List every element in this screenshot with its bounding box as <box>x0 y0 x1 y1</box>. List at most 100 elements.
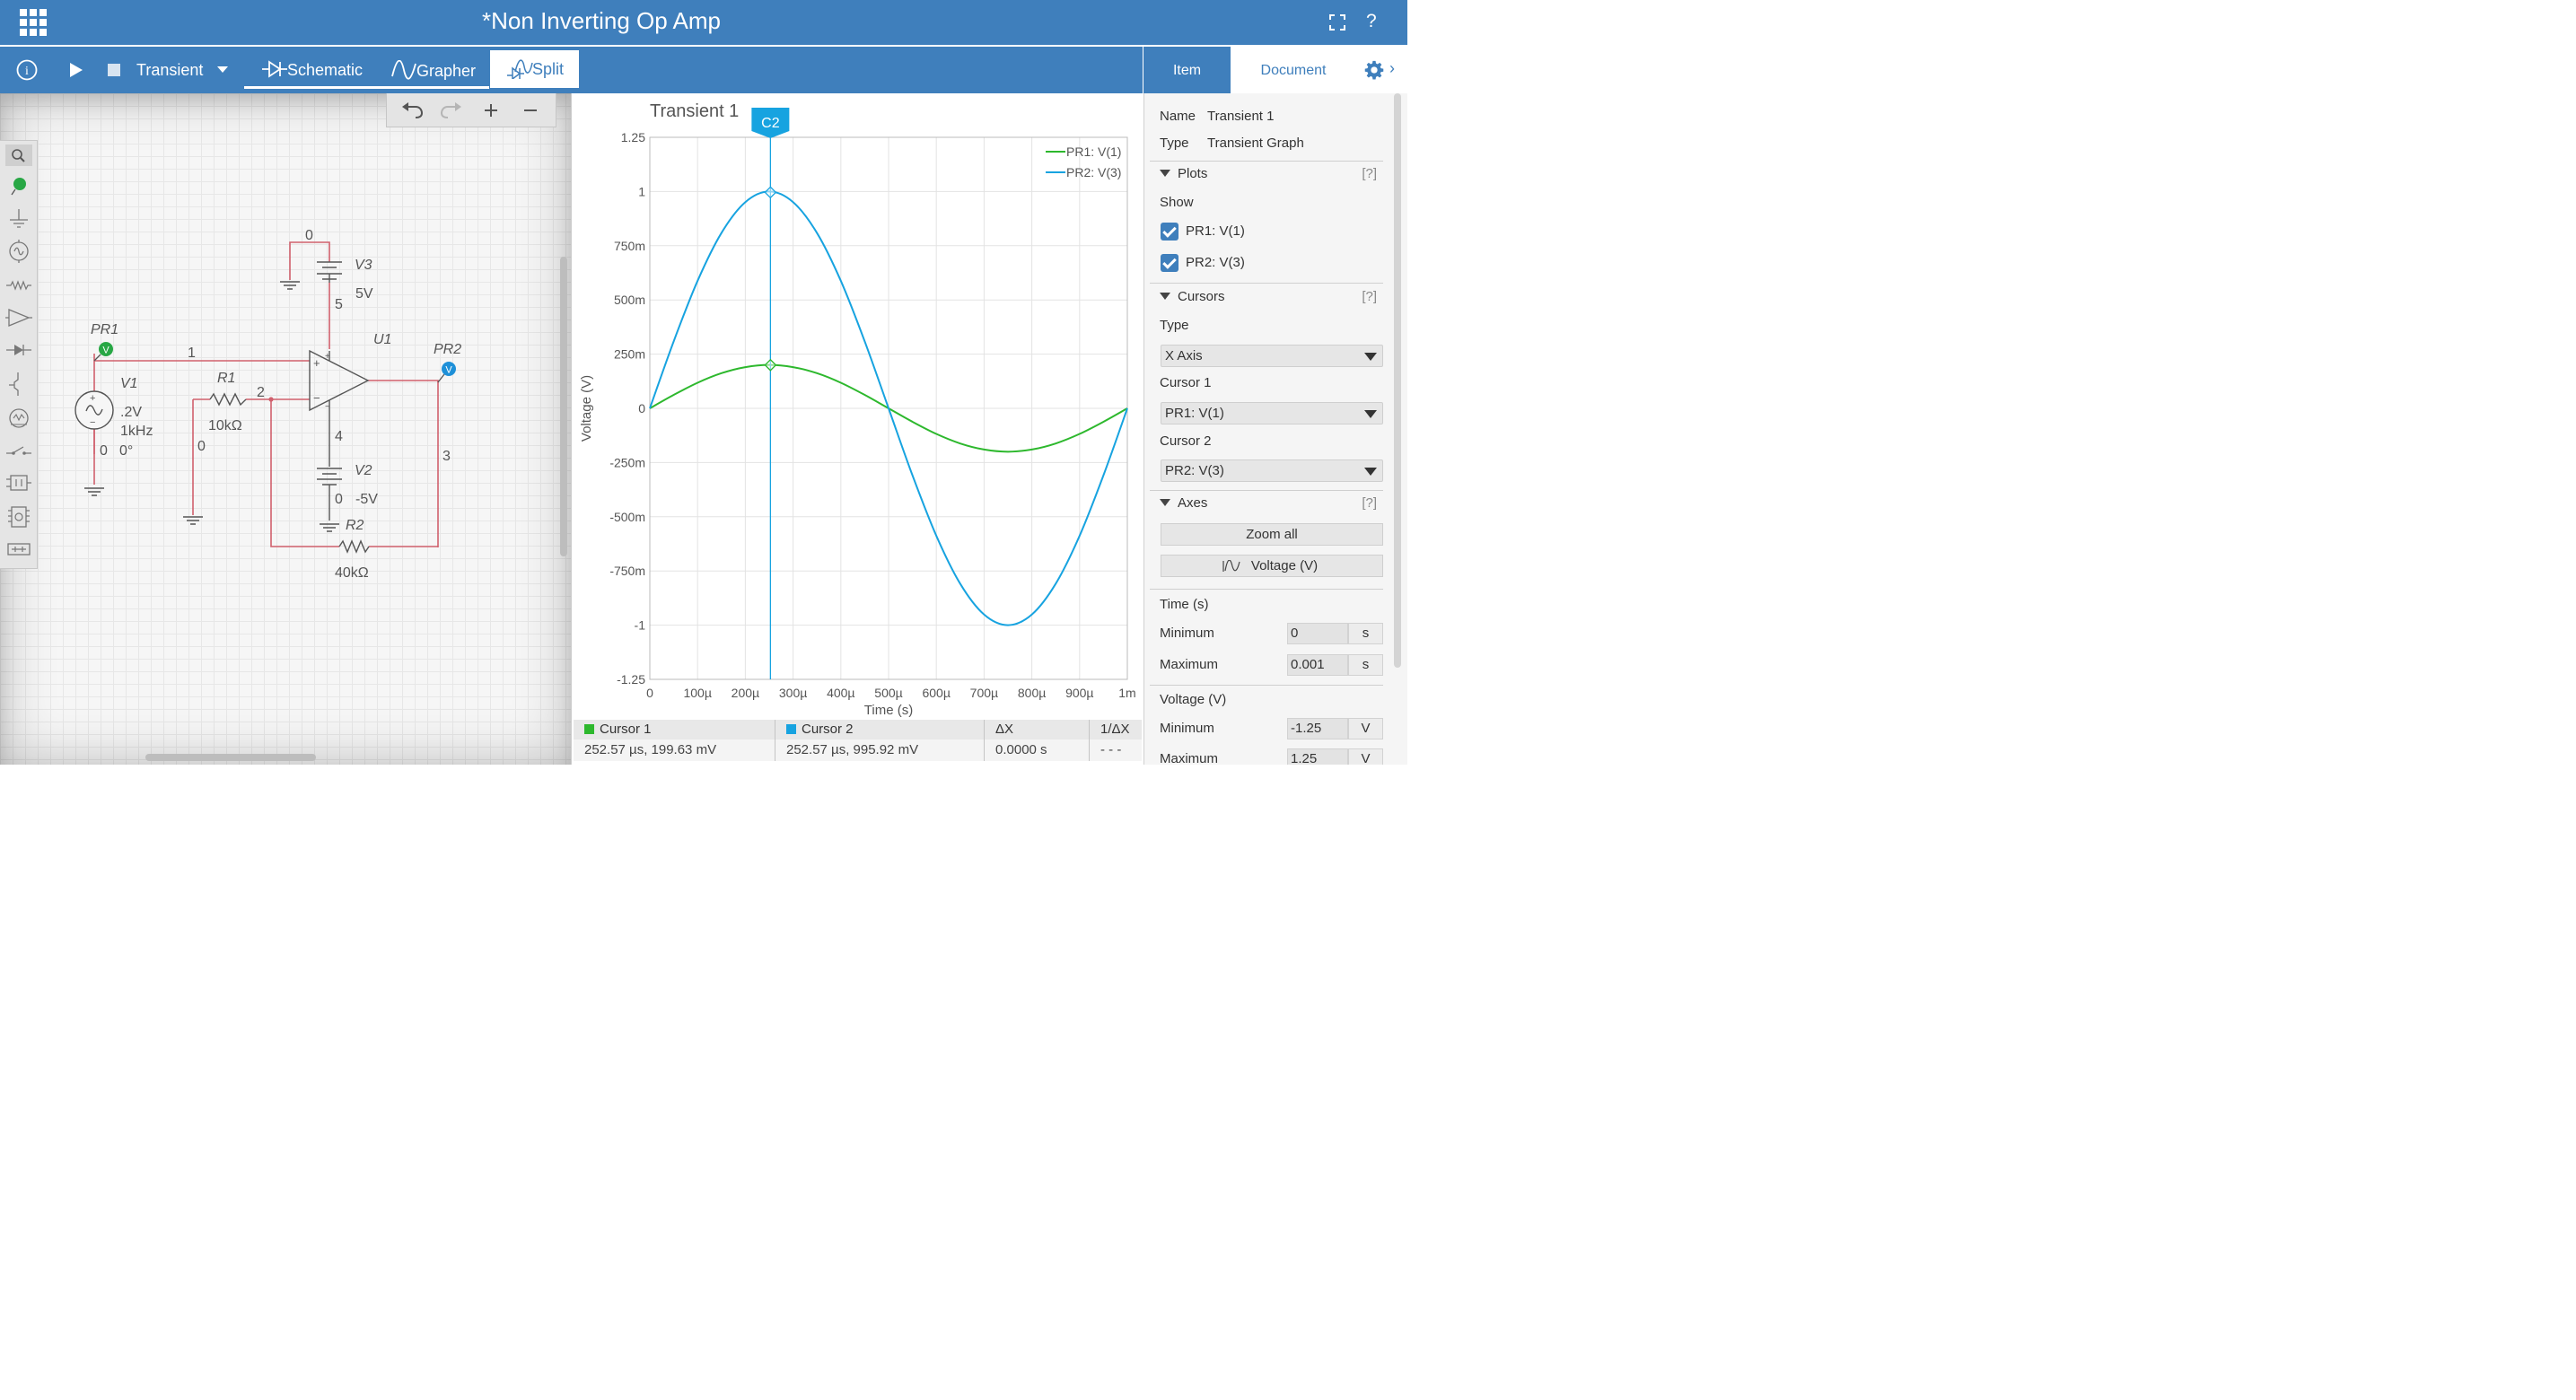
volt-max-input[interactable]: 1.25 <box>1287 748 1348 765</box>
schematic-icon <box>262 60 287 78</box>
plots-title: Plots <box>1178 166 1208 181</box>
divider <box>1150 490 1383 491</box>
resistor-icon[interactable] <box>5 272 32 299</box>
connector-icon[interactable] <box>5 536 32 563</box>
y-axis-label: Voltage (V) <box>579 375 594 442</box>
plot-checkbox-pr2[interactable] <box>1161 254 1178 272</box>
search-icon[interactable] <box>5 144 32 171</box>
schematic-toolbar <box>386 93 556 127</box>
ic-chip-icon[interactable] <box>5 503 32 530</box>
switch-icon[interactable] <box>5 437 32 464</box>
cursor1-header-label: Cursor 1 <box>600 722 652 737</box>
tab-item[interactable]: Item <box>1143 47 1231 93</box>
transient-chart[interactable]: Transient 1 1.25 1 750m 500m 250m 0 -250m -500m… <box>572 93 1143 720</box>
cursor2-select[interactable]: PR2: V(3) <box>1161 459 1383 482</box>
analysis-dropdown[interactable]: Transient <box>136 61 229 80</box>
name-value: Transient 1 <box>1207 109 1275 124</box>
plots-help[interactable]: [?] <box>1362 166 1377 181</box>
split-icon <box>507 59 533 79</box>
cursor1-select[interactable]: PR1: V(1) <box>1161 402 1383 424</box>
tab-document[interactable]: Document <box>1231 47 1356 93</box>
cursor-type-select[interactable]: X Axis <box>1161 345 1383 367</box>
probe-pr2[interactable]: V <box>437 362 456 383</box>
schematic-canvas[interactable]: + − + − + − V V 0 V3 5V 5 U1 PR1 PR2 1 V… <box>0 93 571 765</box>
lamp-icon[interactable] <box>5 405 32 432</box>
plot-label-pr1: PR1: V(1) <box>1186 223 1245 239</box>
node-label: 0 <box>197 439 206 454</box>
zoom-all-button[interactable]: Zoom all <box>1161 523 1383 546</box>
node-label: 1 <box>188 346 196 361</box>
x-tick-label: 1m <box>1118 686 1135 700</box>
probe-tool-icon[interactable] <box>5 174 32 201</box>
cursors-section-toggle[interactable]: Cursors <box>1160 289 1225 304</box>
plots-section-toggle[interactable]: Plots <box>1160 166 1207 181</box>
source-plus: + <box>90 393 95 404</box>
x-tick-label: 500µ <box>874 686 902 700</box>
voltage-axis-button[interactable]: Voltage (V) <box>1161 555 1383 577</box>
divider <box>1150 685 1383 686</box>
help-button[interactable]: ? <box>1366 11 1377 32</box>
panel-scrollbar[interactable] <box>1394 93 1401 668</box>
volt-max-label: Maximum <box>1160 751 1219 765</box>
tab-grapher[interactable]: Grapher <box>391 59 476 81</box>
opamp-vplus: + <box>325 352 330 362</box>
voltage-axis-button-label: Voltage (V) <box>1250 558 1319 573</box>
x-tick-label: 700µ <box>970 686 998 700</box>
logic-block-icon[interactable] <box>5 469 32 496</box>
opamp-icon[interactable] <box>5 304 32 331</box>
transistor-icon[interactable] <box>5 371 32 398</box>
title-bar: *Non Inverting Op Amp ? <box>0 0 1407 45</box>
v2-name: V2 <box>355 463 372 478</box>
cursors-help[interactable]: [?] <box>1362 289 1377 304</box>
v2-value: -5V <box>355 492 378 507</box>
show-label: Show <box>1160 195 1194 210</box>
info-icon[interactable]: i <box>16 59 38 81</box>
diode-icon[interactable] <box>5 337 32 363</box>
volt-max-unit: V <box>1348 748 1383 765</box>
axes-section-toggle[interactable]: Axes <box>1160 495 1207 511</box>
schematic-vertical-scrollbar[interactable] <box>560 257 567 556</box>
r1-name: R1 <box>217 371 235 386</box>
properties-tabs: Item Document › <box>1143 47 1407 93</box>
ground-icon[interactable] <box>5 206 32 232</box>
triangle-down-icon <box>1160 499 1170 506</box>
svg-text:i: i <box>25 65 29 78</box>
dx-value: 0.0000 s <box>985 739 1090 761</box>
ac-source-icon[interactable] <box>5 238 32 265</box>
time-max-unit: s <box>1348 654 1383 676</box>
chevron-right-icon[interactable]: › <box>1389 59 1395 78</box>
graph-panel: Transient 1 1.25 1 750m 500m 250m 0 -250m -500m… <box>571 93 1143 765</box>
axes-help[interactable]: [?] <box>1362 495 1377 511</box>
y-tick-label: 250m <box>614 347 645 362</box>
divider <box>1150 283 1383 284</box>
probe-glyph: V <box>445 365 452 376</box>
y-tick-label: 1.25 <box>621 130 645 144</box>
time-max-input[interactable]: 0.001 <box>1287 654 1348 676</box>
volt-min-input[interactable]: -1.25 <box>1287 718 1348 739</box>
play-icon[interactable] <box>68 61 84 79</box>
plot-label-pr2: PR2: V(3) <box>1186 255 1245 270</box>
cursor2-swatch <box>786 724 796 734</box>
document-title: *Non Inverting Op Amp <box>482 7 721 34</box>
gear-icon[interactable] <box>1364 60 1384 80</box>
y-tick-label: -750m <box>609 564 645 578</box>
y-tick-label: -1 <box>635 618 646 633</box>
zoom-in-icon[interactable] <box>483 102 499 118</box>
probe-pr1[interactable]: V <box>93 342 113 362</box>
stop-icon[interactable] <box>108 64 120 76</box>
cursor-marker-1 <box>764 358 777 372</box>
x-tick-label: 400µ <box>827 686 854 700</box>
undo-icon[interactable] <box>401 101 425 119</box>
tab-split[interactable]: Split <box>490 50 579 88</box>
tab-schematic[interactable]: Schematic <box>262 60 363 80</box>
time-min-input[interactable]: 0 <box>1287 623 1348 644</box>
tab-split-label: Split <box>532 60 565 78</box>
fullscreen-icon[interactable] <box>1327 12 1348 33</box>
y-tick-label: 500m <box>614 293 645 307</box>
schematic-horizontal-scrollbar[interactable] <box>145 754 316 761</box>
node-label: 2 <box>257 385 265 400</box>
zoom-out-icon[interactable] <box>522 102 539 118</box>
axis-wave-icon <box>1222 560 1240 572</box>
redo-icon[interactable] <box>439 101 462 119</box>
plot-checkbox-pr1[interactable] <box>1161 223 1178 241</box>
